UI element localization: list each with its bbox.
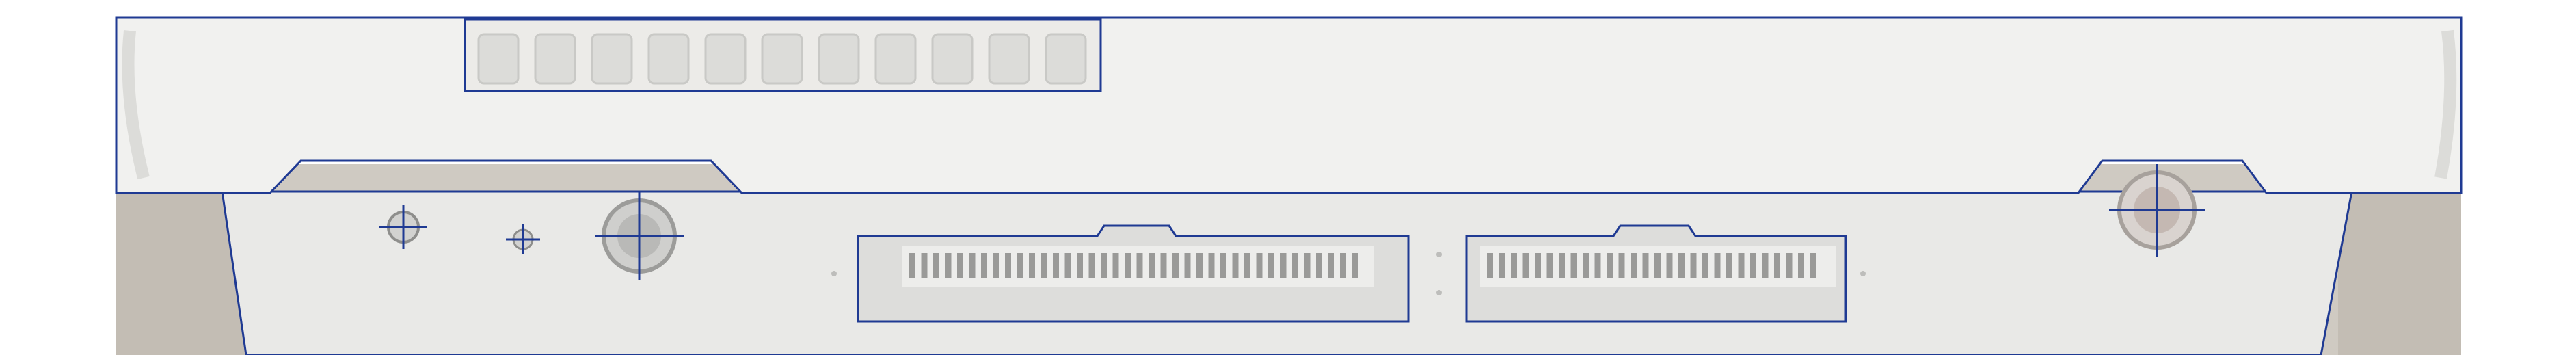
connector-pin — [1714, 253, 1721, 278]
connector-pin — [1112, 253, 1119, 278]
connector-pin — [993, 253, 999, 278]
connector-pin — [1798, 253, 1804, 278]
connector-pin — [1220, 253, 1226, 278]
screw-dot — [1860, 271, 1866, 276]
connector-pin — [1678, 253, 1685, 278]
connector-pin — [921, 253, 928, 278]
connector-pin — [1738, 253, 1745, 278]
vent-slot — [988, 33, 1030, 85]
connector-pin — [1607, 253, 1613, 278]
vent-slots — [477, 33, 1087, 85]
connector-pin — [1618, 253, 1625, 278]
connector-pin — [1786, 253, 1793, 278]
connector-pin — [1292, 253, 1298, 278]
connector-pin — [1268, 253, 1274, 278]
connector-pin — [1208, 253, 1215, 278]
connector-pin — [1196, 253, 1203, 278]
connector-pin — [1149, 253, 1155, 278]
connector-pin — [1726, 253, 1732, 278]
connector-pin — [1316, 253, 1322, 278]
connector-pin — [1546, 253, 1553, 278]
device-back-panel-image — [0, 0, 2576, 355]
connector-pin — [1232, 253, 1239, 278]
vent-slot — [647, 33, 690, 85]
connector-pin — [1810, 253, 1816, 278]
connector-pin — [1594, 253, 1601, 278]
connector-pin — [1762, 253, 1769, 278]
screw-dot — [1436, 252, 1442, 257]
connector-pin — [1244, 253, 1250, 278]
connector-pin — [969, 253, 976, 278]
vent-slot — [761, 33, 803, 85]
connector-pin — [1029, 253, 1035, 278]
connector-pin — [1642, 253, 1649, 278]
connector-pin — [1487, 253, 1493, 278]
connector-pin — [909, 253, 915, 278]
device-illustration — [115, 16, 2463, 355]
connector-pin — [981, 253, 987, 278]
vent-slot — [818, 33, 860, 85]
connector-pin — [1690, 253, 1697, 278]
connector-pin — [1499, 253, 1505, 278]
connector-pin — [1522, 253, 1529, 278]
connector-pin — [1631, 253, 1637, 278]
connector-pin — [1077, 253, 1083, 278]
vent-slot — [704, 33, 747, 85]
connector-pin — [1774, 253, 1780, 278]
vent-slot — [477, 33, 520, 85]
connector-pin — [1750, 253, 1756, 278]
connector-pin — [1041, 253, 1047, 278]
connector-pin — [1702, 253, 1708, 278]
connector-pin — [1280, 253, 1287, 278]
backdrop-right-edge — [2338, 192, 2461, 355]
connector-pin — [1583, 253, 1589, 278]
connector-pin — [933, 253, 939, 278]
connector-pin — [1172, 253, 1179, 278]
vent-slot — [931, 33, 974, 85]
vent-slot — [534, 33, 576, 85]
vent-slot — [1045, 33, 1087, 85]
connector-pin — [1125, 253, 1131, 278]
connector-pin — [1666, 253, 1673, 278]
screw-dot — [1436, 290, 1442, 295]
connector-pin — [1160, 253, 1167, 278]
connector-pin — [1654, 253, 1661, 278]
connector-pin — [957, 253, 963, 278]
connector-pin — [1304, 253, 1311, 278]
connector-pin — [1535, 253, 1541, 278]
connector-pin — [1005, 253, 1011, 278]
connector-pin — [1256, 253, 1263, 278]
connector-pin — [1511, 253, 1517, 278]
screw-dot — [831, 271, 837, 276]
connector-pin — [1101, 253, 1107, 278]
connector-pin — [1088, 253, 1095, 278]
connector-pin — [1340, 253, 1346, 278]
connector-pin — [1328, 253, 1334, 278]
connector-pin — [1559, 253, 1565, 278]
connector-pin — [1184, 253, 1191, 278]
connector-pin — [1064, 253, 1071, 278]
connector-pin — [1053, 253, 1059, 278]
connector-pin — [1570, 253, 1577, 278]
connector-pin — [945, 253, 952, 278]
connector-pin — [1017, 253, 1023, 278]
vent-slot — [874, 33, 917, 85]
connector-pin — [1136, 253, 1143, 278]
connector-pin — [1352, 253, 1358, 278]
vent-slot — [591, 33, 633, 85]
